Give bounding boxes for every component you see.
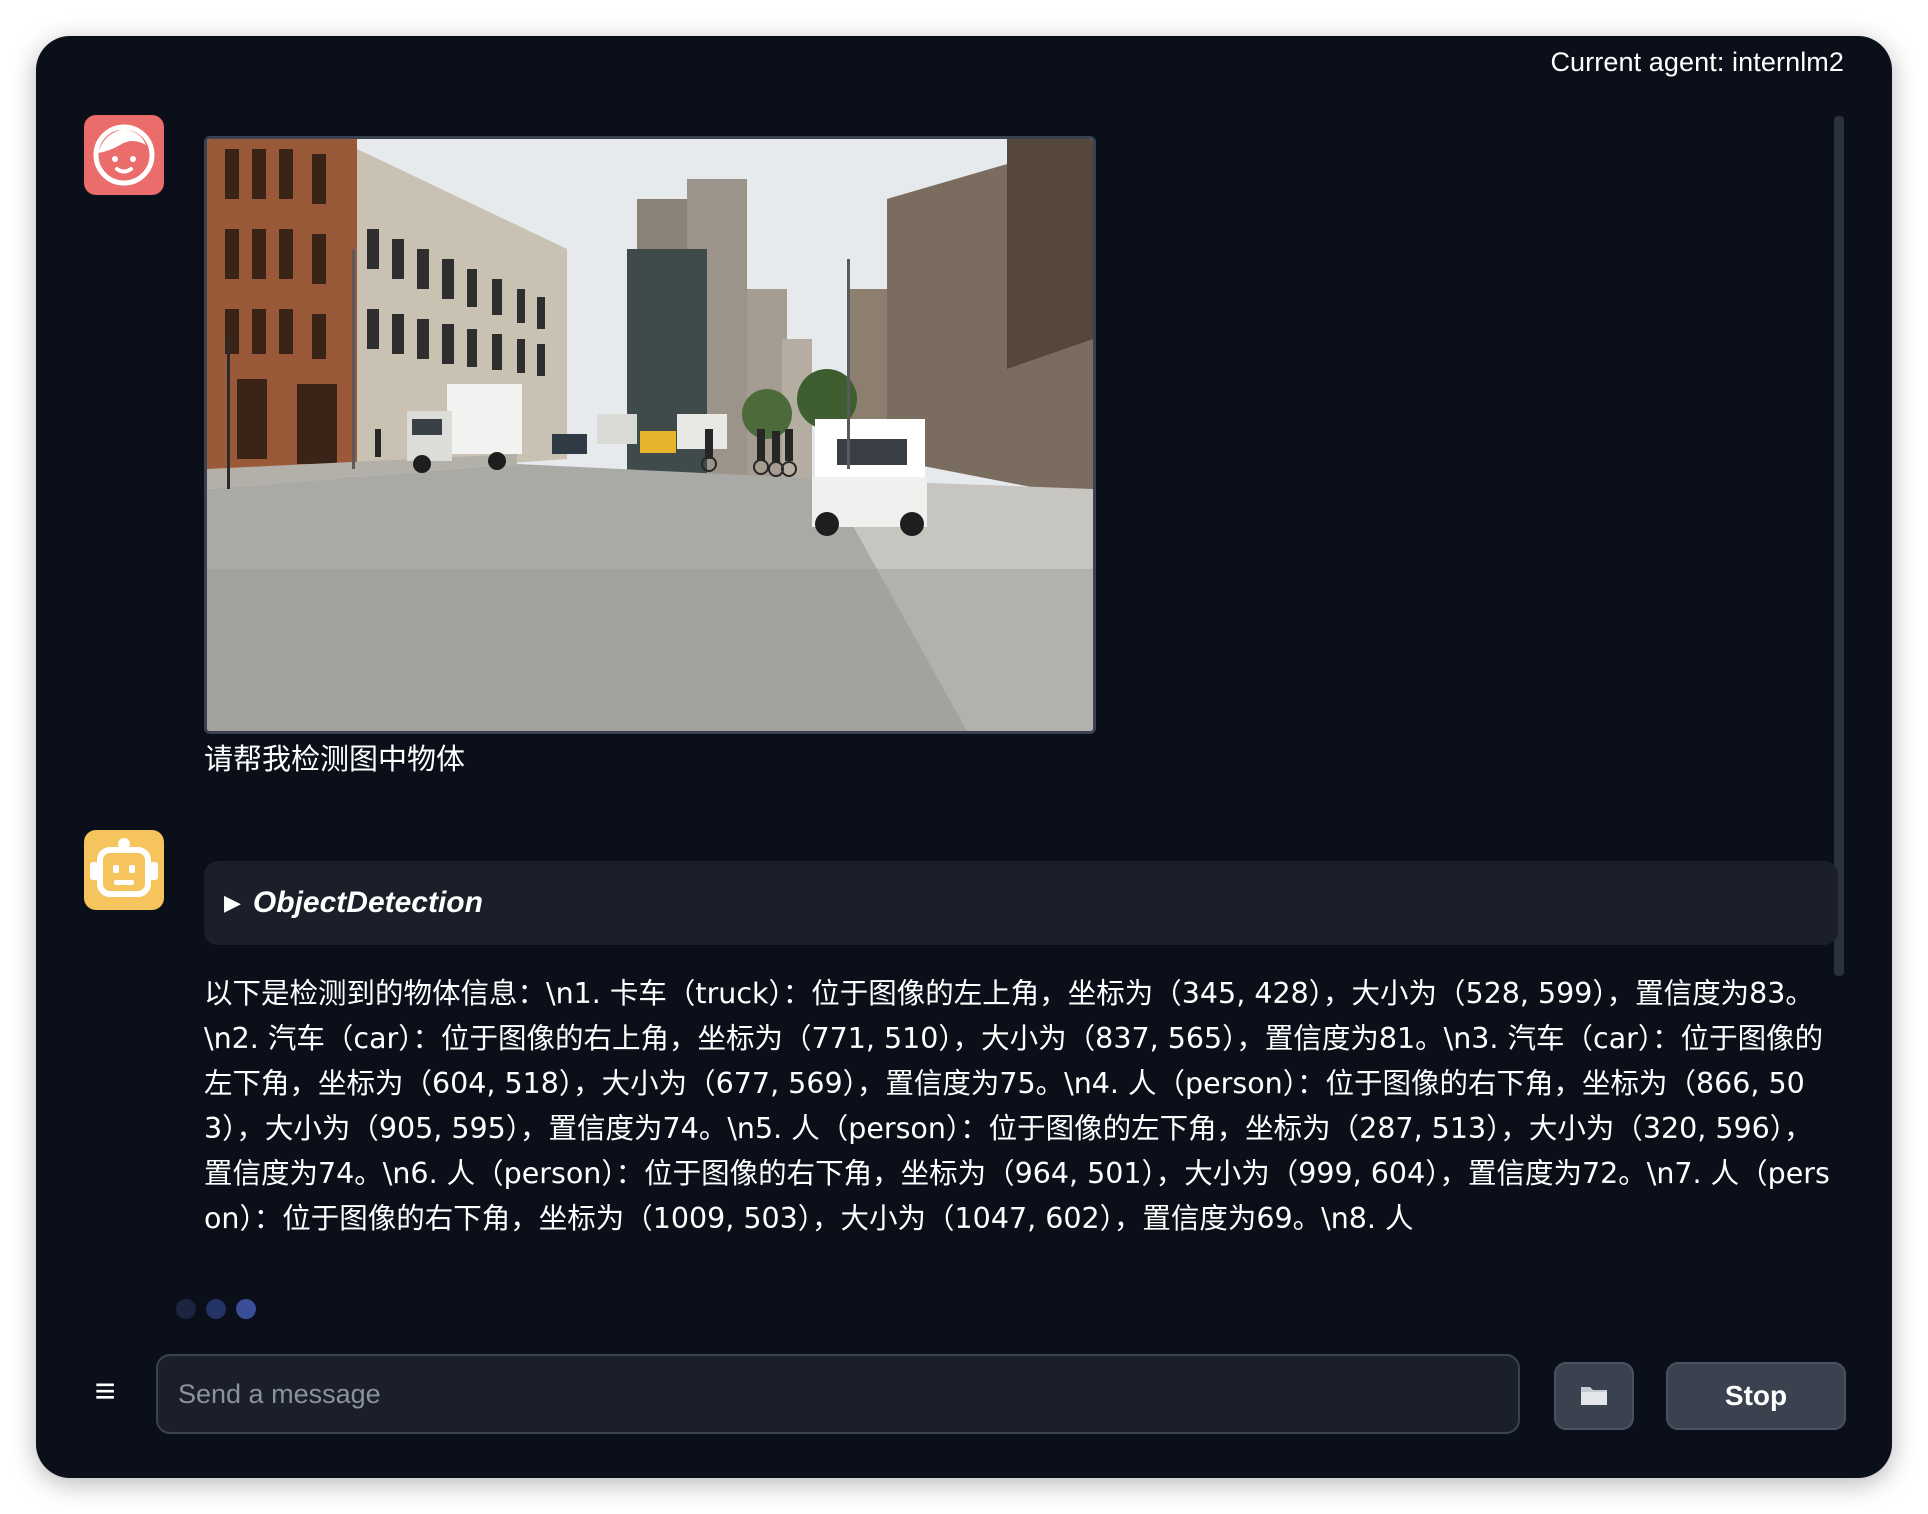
user-face-icon	[93, 124, 155, 186]
folder-icon	[1581, 1387, 1607, 1405]
menu-icon[interactable]: ≡	[88, 1373, 122, 1409]
upload-button[interactable]	[1554, 1362, 1634, 1430]
tool-name: ObjectDetection	[252, 886, 483, 919]
street-photo	[207, 139, 1093, 731]
loading-dot	[176, 1299, 196, 1319]
loading-dot	[236, 1299, 256, 1319]
chat-scrollbar[interactable]	[1834, 116, 1844, 976]
stop-button[interactable]: Stop	[1666, 1362, 1846, 1430]
tool-call-accordion[interactable]: ▶ ObjectDetection	[204, 861, 1838, 945]
uploaded-street-photo	[204, 136, 1096, 734]
loading-dot	[206, 1299, 226, 1319]
chat-window: Current agent: internlm2 请帮我检测图中物体 ▶ Obj…	[36, 36, 1892, 1478]
user-avatar	[84, 115, 164, 195]
loading-indicator	[176, 1299, 256, 1319]
user-message-text: 请帮我检测图中物体	[204, 742, 466, 776]
message-input[interactable]	[156, 1354, 1520, 1434]
current-agent-label: Current agent: internlm2	[1550, 47, 1844, 77]
bot-message-text: 以下是检测到的物体信息：\n1. 卡车（truck）：位于图像的左上角，坐标为（…	[204, 977, 1830, 1235]
bot-avatar	[84, 830, 164, 910]
expand-arrow-icon[interactable]: ▶	[224, 890, 241, 916]
robot-icon	[90, 838, 158, 897]
